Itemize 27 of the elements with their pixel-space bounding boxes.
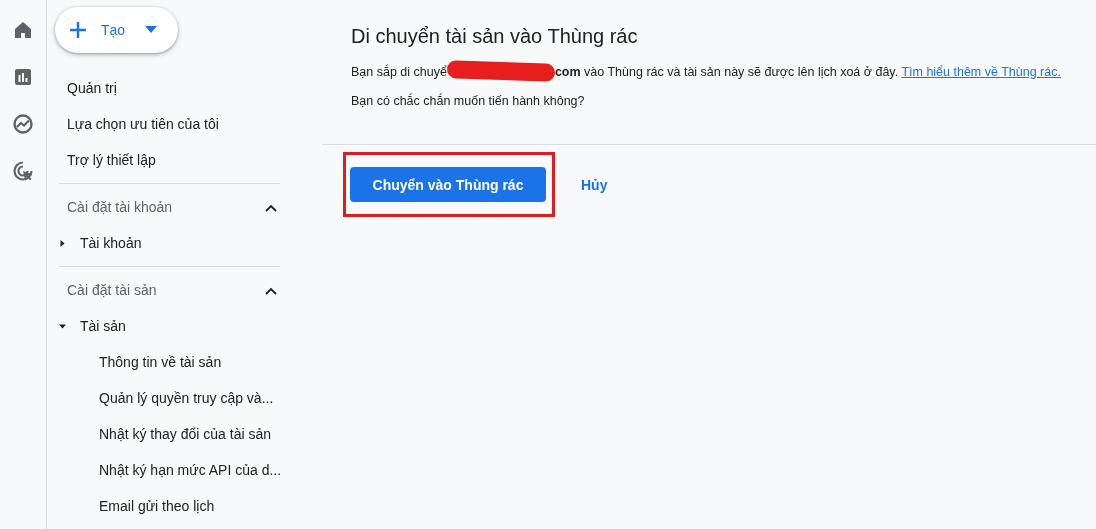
target-cursor-icon[interactable] bbox=[11, 159, 35, 183]
chevron-up-icon[interactable] bbox=[265, 287, 277, 295]
message-text: Bạn sắp di chuyể com vào Thùng rác và tài sản này sẽ được lên lịch xoá ở đây. Tìm hiểu thêm về Thùng rác. bbox=[351, 62, 1096, 80]
sidebar-item[interactable]: Nhật ký thay đổi của tài sản bbox=[99, 426, 271, 442]
section-heading: Cài đặt tài sản bbox=[67, 282, 157, 298]
sidebar-item[interactable]: Quản trị bbox=[47, 70, 297, 106]
plus-icon bbox=[69, 21, 87, 39]
sidebar-item[interactable]: Nhật ký hạn mức API của d... bbox=[99, 462, 282, 478]
caret-icon bbox=[145, 26, 158, 34]
chevron-up-icon[interactable] bbox=[265, 204, 277, 212]
sidebar-item[interactable]: Email gửi theo lịch bbox=[99, 498, 215, 514]
move-to-trash-button[interactable]: Chuyển vào Thùng rác bbox=[350, 167, 546, 202]
cancel-button[interactable]: Hủy bbox=[573, 168, 616, 201]
confirmation-question: Bạn có chắc chắn muốn tiến hành không? bbox=[351, 94, 586, 108]
sidebar-item[interactable]: Tài khoản bbox=[80, 235, 142, 251]
sidebar-item[interactable]: Quản lý quyền truy cập và... bbox=[99, 390, 274, 406]
triangle-right-icon[interactable] bbox=[59, 239, 66, 247]
learn-more-link[interactable]: Tìm hiểu thêm về Thùng rác. bbox=[901, 65, 1061, 79]
dialog-title: Di chuyển tài sản vào Thùng rác bbox=[351, 24, 639, 48]
sidebar-item[interactable]: Thông tin về tài sản bbox=[99, 354, 222, 370]
section-heading: Cài đặt tài khoản bbox=[67, 199, 173, 215]
triangle-down-icon[interactable] bbox=[59, 322, 66, 330]
sidebar-item[interactable]: Tài sản bbox=[80, 318, 126, 334]
sidebar-item[interactable]: Lựa chọn ưu tiên của tôi bbox=[47, 106, 297, 142]
trend-chart-icon[interactable] bbox=[11, 112, 35, 136]
create-button[interactable]: Tạo bbox=[55, 7, 178, 53]
sidebar-item[interactable]: Trợ lý thiết lập bbox=[47, 142, 297, 178]
